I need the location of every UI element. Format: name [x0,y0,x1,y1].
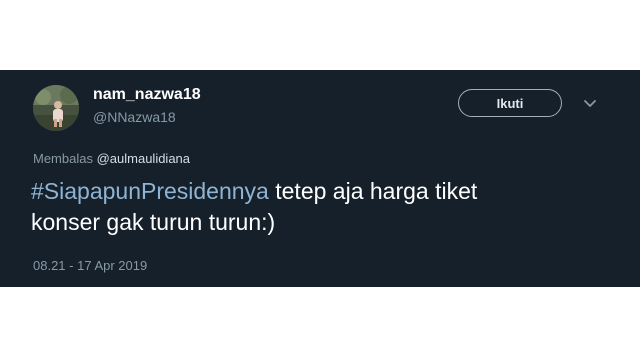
hashtag-link[interactable]: #SiapapunPresidennya [31,178,269,204]
follow-button[interactable]: Ikuti [458,89,562,117]
tweet-card: nam_nazwa18 @NNazwa18 Ikuti Membalas @au… [0,70,640,287]
tweet-text-line2: konser gak turun turun:) [31,209,276,235]
follow-button-label: Ikuti [496,95,524,111]
tweet-text: #SiapapunPresidennya tetep aja harga tik… [31,176,621,238]
more-options-button[interactable] [580,96,600,112]
user-handle[interactable]: @NNazwa18 [93,109,176,125]
chevron-down-icon [584,100,596,107]
tweet-text-line1: tetep aja harga tiket [268,178,478,204]
tweet-timestamp[interactable]: 08.21 - 17 Apr 2019 [33,258,147,273]
avatar[interactable] [33,85,79,131]
reply-context: Membalas @aulmaulidiana [33,151,190,166]
display-name[interactable]: nam_nazwa18 [93,86,201,104]
reply-prefix: Membalas [33,151,93,166]
reply-to-handle[interactable]: @aulmaulidiana [97,151,190,166]
avatar-image [33,85,79,131]
